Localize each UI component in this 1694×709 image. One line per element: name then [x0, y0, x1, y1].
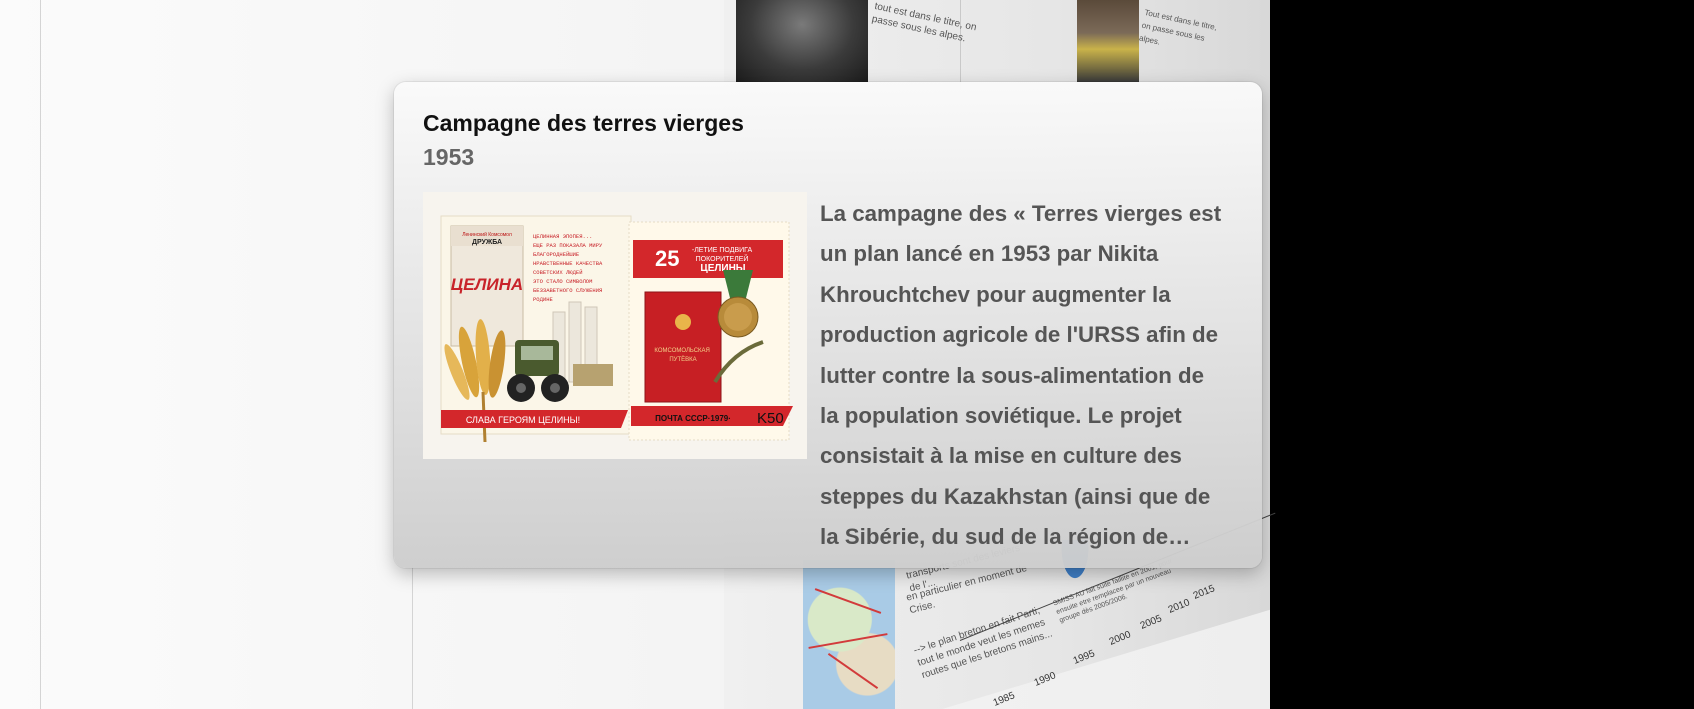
column-divider [40, 0, 41, 709]
timeline-thumbnail-map[interactable] [803, 560, 895, 709]
event-popover[interactable]: Campagne des terres vierges 1953 Ленинск… [394, 82, 1262, 568]
timeline-thumbnail-tunnel[interactable] [736, 0, 868, 82]
column-divider [960, 0, 961, 90]
event-description: La campagne des « Terres vierges est un … [423, 194, 1223, 558]
column-divider [412, 565, 413, 709]
event-description-text: La campagne des « Terres vierges est un … [820, 201, 1222, 550]
map-road [814, 588, 882, 614]
image-spacer [423, 194, 820, 462]
map-road [827, 652, 879, 690]
event-year: 1953 [423, 144, 475, 170]
event-title: Campagne des terres vierges [423, 110, 744, 136]
map-road [808, 633, 888, 649]
timeline-thumbnail-train[interactable] [1077, 0, 1139, 82]
